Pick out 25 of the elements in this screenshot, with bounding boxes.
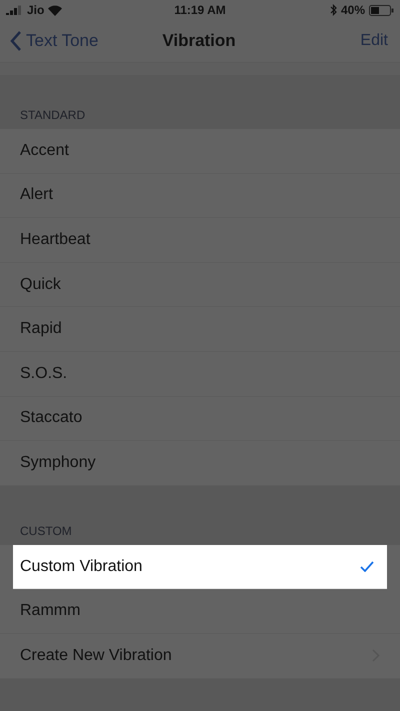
nav-title: Vibration bbox=[162, 31, 236, 51]
vibration-option[interactable]: S.O.S. bbox=[0, 352, 400, 397]
edit-button[interactable]: Edit bbox=[268, 32, 388, 50]
section-header: STANDARD bbox=[19, 107, 86, 124]
vibration-option[interactable]: Symphony bbox=[0, 441, 400, 486]
checkmark-icon bbox=[360, 561, 374, 572]
back-button[interactable]: Text Tone bbox=[10, 31, 130, 51]
vibration-option[interactable]: Custom Vibration bbox=[13, 544, 387, 590]
battery-percent: 40% bbox=[340, 3, 365, 17]
vibration-option[interactable]: Create New Vibration bbox=[0, 634, 400, 679]
bluetooth-icon bbox=[330, 4, 337, 16]
vibration-option[interactable]: Quick bbox=[0, 262, 400, 308]
vibration-option[interactable]: Staccato bbox=[0, 396, 400, 442]
battery-icon bbox=[369, 4, 394, 16]
section-header: CUSTOM bbox=[19, 522, 73, 540]
status-time: 11:19 AM bbox=[174, 3, 226, 17]
signal-icon bbox=[6, 5, 23, 15]
back-chevron-icon bbox=[10, 31, 22, 51]
vibration-option[interactable]: Rammm bbox=[0, 589, 400, 634]
vibration-option[interactable]: Alert bbox=[0, 174, 400, 218]
vibration-option[interactable]: Rapid bbox=[0, 307, 400, 352]
vibration-option[interactable]: Accent bbox=[0, 129, 400, 174]
wifi-icon bbox=[48, 4, 62, 16]
carrier-name: Jio bbox=[27, 3, 44, 17]
vibration-option[interactable]: Heartbeat bbox=[0, 218, 400, 263]
